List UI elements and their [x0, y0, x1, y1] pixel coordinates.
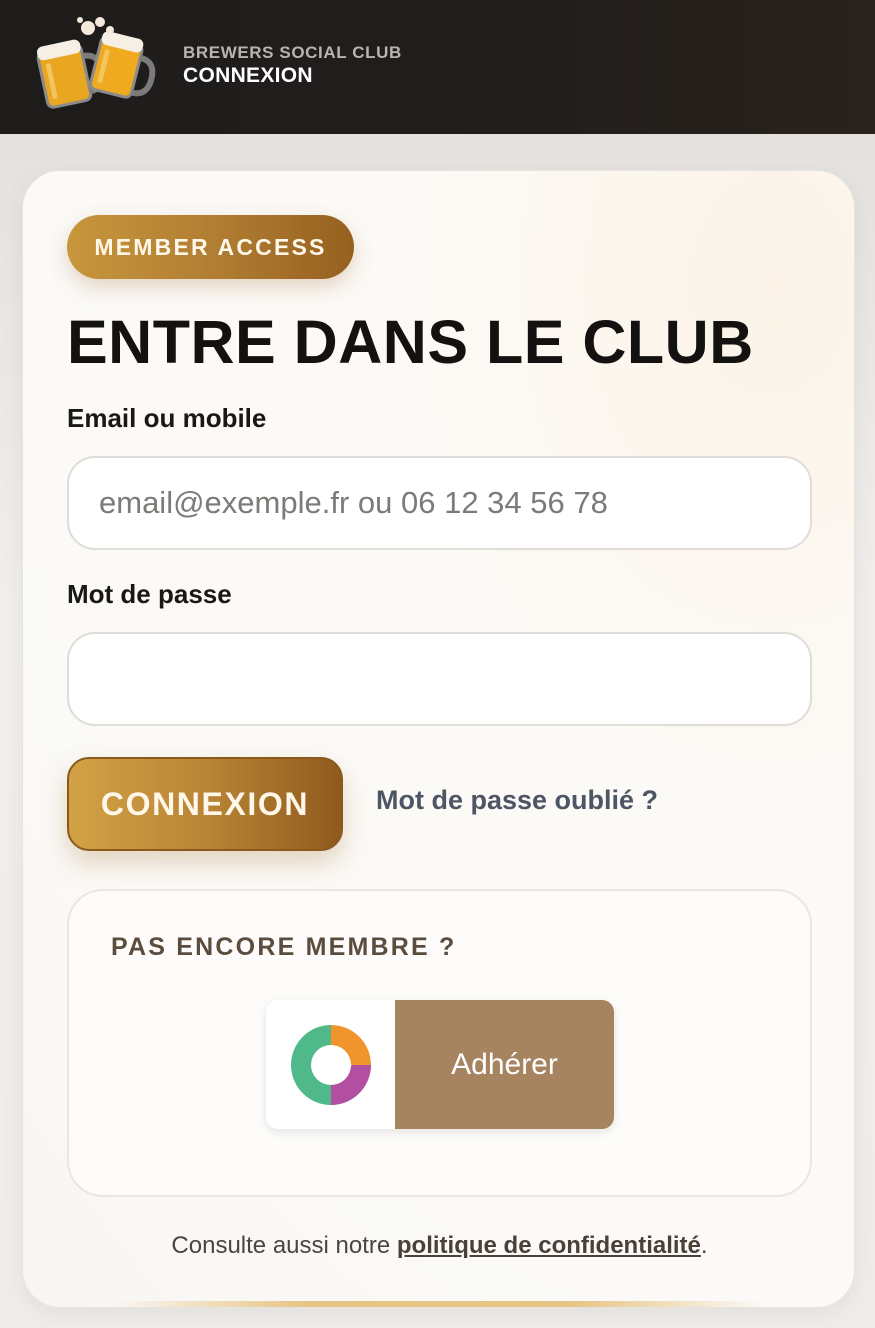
login-card: MEMBER ACCESS ENTRE DANS LE CLUB Email o…: [22, 170, 855, 1308]
join-button[interactable]: Adhérer: [266, 1000, 614, 1129]
join-button-label: Adhérer: [395, 1000, 614, 1129]
login-button[interactable]: CONNEXION: [67, 757, 343, 851]
footer-suffix: .: [700, 1232, 708, 1259]
brand-name: BREWERS SOCIAL CLUB: [183, 43, 402, 62]
app-header: BREWERS SOCIAL CLUB CONNEXION: [0, 0, 875, 134]
join-section: PAS ENCORE MEMBRE ? Adhérer: [67, 889, 812, 1197]
beer-mugs-cheers-icon: [36, 17, 156, 109]
partner-circle-play-logo-icon: [290, 1024, 371, 1105]
forgot-password-link[interactable]: Mot de passe oublié ?: [376, 785, 658, 816]
badge-label: MEMBER ACCESS: [94, 233, 327, 260]
email-field[interactable]: [67, 456, 812, 550]
privacy-footer: Consulte aussi notre politique de confid…: [23, 1232, 854, 1260]
join-title: PAS ENCORE MEMBRE ?: [111, 933, 457, 961]
privacy-policy-link[interactable]: politique de confidentialité: [397, 1232, 701, 1259]
join-logo-panel: [266, 1000, 395, 1129]
card-accent-line: [113, 1301, 764, 1307]
email-label: Email ou mobile: [67, 403, 267, 433]
member-access-badge: MEMBER ACCESS: [67, 215, 354, 279]
header-page-title: CONNEXION: [183, 64, 313, 87]
password-label: Mot de passe: [67, 579, 232, 609]
password-field[interactable]: [67, 632, 812, 726]
page-title: ENTRE DANS LE CLUB: [67, 308, 754, 376]
footer-prefix: Consulte aussi notre: [171, 1232, 397, 1259]
